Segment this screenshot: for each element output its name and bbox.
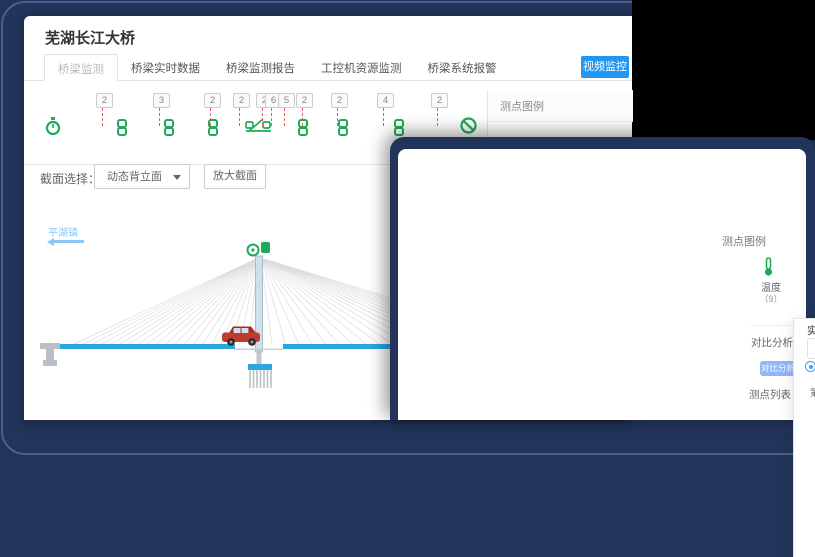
sensor-count-badge: 2	[233, 93, 250, 108]
sensor-count-badge: 2	[296, 93, 313, 108]
page-title: 芜湖长江大桥	[45, 27, 135, 48]
compare-section-header: 对比分析	[751, 335, 793, 350]
tab-system-alarm[interactable]: 桥梁系统报警	[415, 54, 510, 80]
modal-title: 实时曲线	[807, 323, 815, 338]
chevron-down-icon	[173, 175, 181, 180]
link-icon[interactable]	[164, 119, 174, 141]
link-icon[interactable]	[208, 119, 218, 141]
left-arrow-icon	[54, 240, 84, 243]
section-select-value: 动态背立面	[107, 171, 162, 183]
sensor-tick-line	[239, 108, 240, 126]
bridge-pier-cap	[248, 364, 272, 370]
legend-panel-header: 测点图例	[488, 90, 633, 122]
sensor-tick-line	[383, 108, 384, 126]
last-two-months-radio[interactable]	[805, 361, 815, 372]
compare-analysis-button[interactable]: 对比分析	[760, 361, 796, 376]
tab-realtime-curve[interactable]: 实时曲线图	[807, 338, 815, 359]
bridge-left-abutment	[40, 343, 60, 366]
sensor-tick-line	[262, 108, 263, 126]
point-list-header: 测点列表	[749, 387, 791, 402]
tab-ipc-resource[interactable]: 工控机资源监测	[308, 54, 415, 80]
ban-icon[interactable]	[460, 117, 477, 139]
popup-legend-panel-header: 测点图例	[720, 233, 766, 249]
realtime-curve-modal: 实时曲线 × 实时曲线图 监控回放 最近两个月 - 查询 第七跨跨中振动 第七跨…	[793, 318, 815, 557]
sensor-count-badge: 3	[153, 93, 170, 108]
link-icon[interactable]	[117, 119, 127, 141]
sensor-tick-line	[437, 108, 438, 126]
sensor-flag-icon[interactable]	[261, 242, 270, 253]
sensor-tick-line	[102, 108, 103, 126]
bridge-pylon-base	[257, 349, 262, 364]
modal-tab-bar: 实时曲线图 监控回放	[807, 338, 815, 359]
sensor-count-badge: 4	[377, 93, 394, 108]
sensor-count-badge: 2	[331, 93, 348, 108]
link-icon[interactable]	[338, 119, 348, 141]
section-select[interactable]: 动态背立面	[94, 164, 190, 189]
sensor-tick-line	[284, 108, 285, 126]
zoom-section-button[interactable]: 放大截面	[204, 164, 266, 189]
popup-page: 测点图例 温度 （9） 对比分析 对比分析 测点列表	[398, 149, 806, 420]
tab-bridge-monitor[interactable]: 桥梁监测	[44, 54, 118, 81]
truss-icon[interactable]	[245, 117, 272, 138]
sensor-tick-line	[159, 108, 160, 126]
section-select-label: 截面选择：	[40, 170, 100, 187]
sensor-tick-line	[271, 108, 272, 126]
desktop-black-area	[632, 0, 815, 140]
link-icon[interactable]	[298, 119, 308, 141]
bridge-pier-piles	[250, 370, 271, 388]
video-monitor-button[interactable]: 视频监控	[581, 56, 629, 78]
sensor-count-badge: 2	[96, 93, 113, 108]
y-axis-labels: 05001,0001,5002,0002,500	[797, 392, 815, 508]
stopwatch-icon[interactable]	[45, 117, 61, 141]
main-tab-bar: 桥梁监测 桥梁实时数据 桥梁监测报告 工控机资源监测 桥梁系统报警 视频监控	[24, 54, 632, 81]
tab-realtime-data[interactable]: 桥梁实时数据	[118, 54, 213, 80]
sensor-count-badge: 5	[278, 93, 295, 108]
tab-monitor-report[interactable]: 桥梁监测报告	[213, 54, 308, 80]
bridge-deck-left	[55, 344, 235, 349]
sensor-count-badge: 2	[431, 93, 448, 108]
sensor-count-badge: 2	[204, 93, 221, 108]
popup-window: 测点图例 温度 （9） 对比分析 对比分析 测点列表 实时曲线 × 实时曲线图 …	[390, 137, 815, 420]
temperature-count: （9）	[750, 292, 792, 305]
